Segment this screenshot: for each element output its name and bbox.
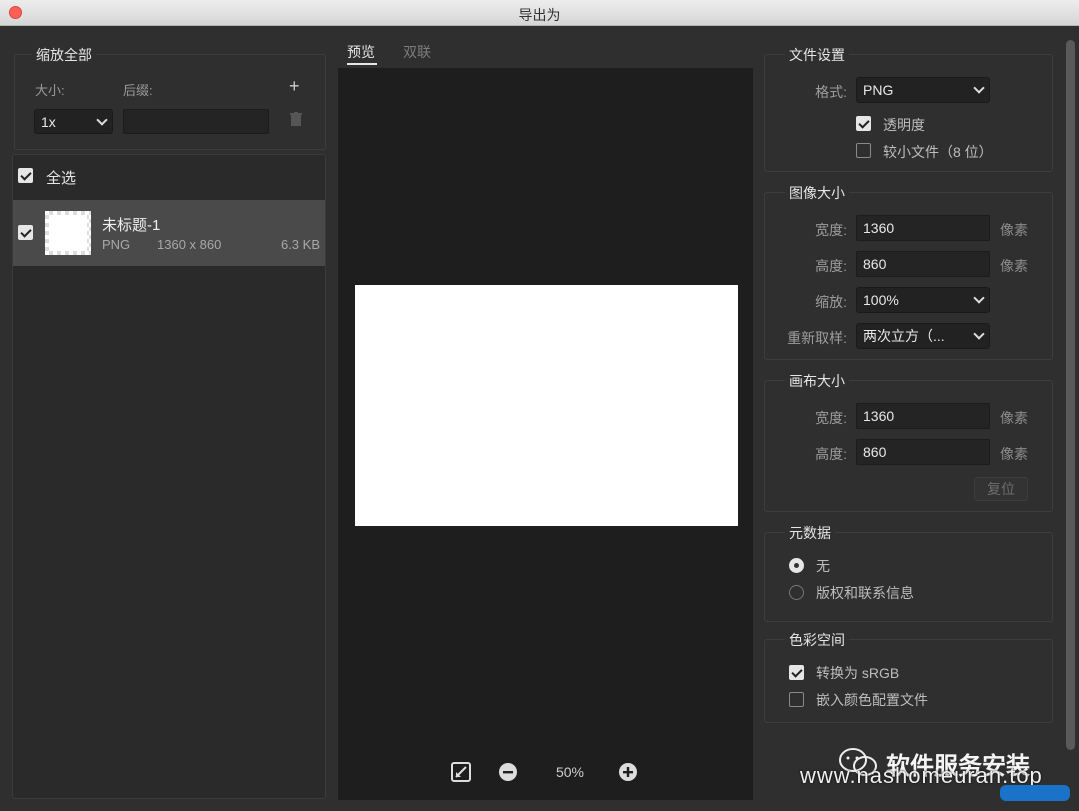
- scale-select[interactable]: 100%: [856, 287, 990, 313]
- embed-profile-checkbox[interactable]: [789, 692, 804, 707]
- convert-srgb-label: 转换为 sRGB: [816, 665, 900, 681]
- image-size-title: 图像大小: [785, 183, 849, 203]
- size-label: 大小:: [35, 83, 65, 98]
- canvas-width-label: 宽度:: [815, 410, 847, 426]
- suffix-label: 后缀:: [123, 83, 153, 98]
- tab-active-indicator: [347, 63, 377, 65]
- format-select-value: PNG: [863, 82, 894, 98]
- image-width-label: 宽度:: [815, 222, 847, 238]
- preview-image: [355, 285, 738, 526]
- asset-dimensions: 1360 x 860: [157, 237, 222, 252]
- canvas-width-unit: 像素: [1000, 410, 1028, 426]
- asset-format: PNG: [102, 237, 131, 252]
- image-height-unit: 像素: [1000, 258, 1028, 274]
- color-space-title: 色彩空间: [785, 630, 849, 650]
- scale-select-value: 100%: [863, 292, 899, 308]
- embed-profile-label: 嵌入颜色配置文件: [816, 692, 928, 708]
- format-select[interactable]: PNG: [856, 77, 990, 103]
- metadata-none-radio[interactable]: [789, 558, 804, 573]
- chevron-down-icon: [96, 113, 108, 126]
- scale-label: 缩放:: [815, 294, 847, 310]
- smaller-file-checkbox[interactable]: [856, 143, 871, 158]
- resample-select[interactable]: 两次立方（...: [856, 323, 990, 349]
- image-width-input[interactable]: 1360: [856, 215, 990, 241]
- convert-srgb-checkbox[interactable]: [789, 665, 804, 680]
- image-height-input[interactable]: 860: [856, 251, 990, 277]
- settings-scrollbar[interactable]: [1066, 40, 1075, 750]
- metadata-copyright-label: 版权和联系信息: [816, 585, 914, 601]
- watermark-logo-shape: [1000, 785, 1070, 801]
- zoom-level: 50%: [555, 764, 585, 780]
- asset-filesize: 6.3 KB: [280, 237, 320, 252]
- select-all-checkbox[interactable]: [18, 168, 33, 183]
- plus-icon[interactable]: +: [289, 76, 300, 97]
- canvas-height-label: 高度:: [815, 446, 847, 462]
- file-settings-title: 文件设置: [785, 45, 849, 65]
- format-label: 格式:: [815, 84, 847, 100]
- trash-icon[interactable]: [290, 112, 302, 131]
- window-title: 导出为: [518, 7, 561, 23]
- metadata-group: [764, 532, 1053, 622]
- tab-preview[interactable]: 预览: [347, 42, 375, 62]
- canvas-size-title: 画布大小: [785, 371, 849, 391]
- scale-all-group: [14, 54, 326, 150]
- metadata-copyright-radio[interactable]: [789, 585, 804, 600]
- size-select-value: 1x: [41, 113, 56, 130]
- chevron-down-icon: [973, 82, 985, 94]
- asset-checkbox[interactable]: [18, 225, 33, 240]
- metadata-none-label: 无: [816, 558, 830, 574]
- metadata-title: 元数据: [785, 523, 835, 543]
- chevron-down-icon: [973, 292, 985, 304]
- canvas-height-input[interactable]: 860: [856, 439, 990, 465]
- transparency-checkbox[interactable]: [856, 116, 871, 131]
- canvas-height-unit: 像素: [1000, 446, 1028, 462]
- suffix-input[interactable]: [123, 109, 269, 134]
- smaller-file-label: 较小文件（8 位）: [883, 144, 993, 160]
- zoom-in-icon[interactable]: [618, 762, 638, 787]
- resample-label: 重新取样:: [787, 330, 847, 346]
- image-height-label: 高度:: [815, 258, 847, 274]
- asset-name: 未标题-1: [102, 217, 161, 234]
- image-width-unit: 像素: [1000, 222, 1028, 238]
- color-space-group: [764, 639, 1053, 723]
- asset-thumbnail: [45, 211, 91, 255]
- scale-all-title: 缩放全部: [32, 45, 96, 65]
- tab-2up[interactable]: 双联: [403, 42, 431, 62]
- select-all-label: 全选: [46, 170, 77, 187]
- zoom-out-icon[interactable]: [498, 762, 518, 787]
- reset-button[interactable]: 复位: [974, 477, 1028, 501]
- size-select[interactable]: 1x: [34, 109, 113, 134]
- canvas-width-input[interactable]: 1360: [856, 403, 990, 429]
- resample-select-value: 两次立方（...: [863, 328, 945, 344]
- chevron-down-icon: [973, 328, 985, 340]
- transparency-label: 透明度: [883, 117, 925, 133]
- fit-view-icon[interactable]: [451, 762, 471, 787]
